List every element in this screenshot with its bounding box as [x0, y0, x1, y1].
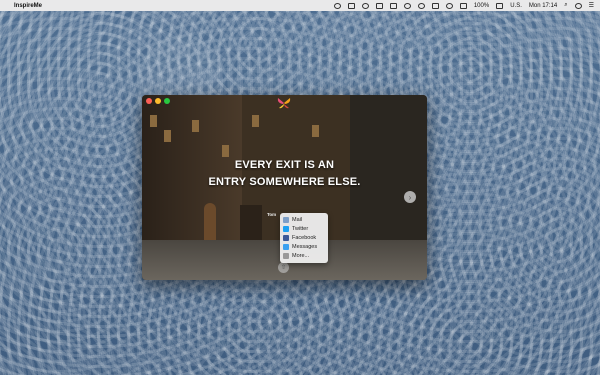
- quote-text: EVERY EXIT IS AN ENTRY SOMEWHERE ELSE.: [187, 157, 382, 191]
- share-menu-item-more[interactable]: More...: [283, 251, 325, 260]
- scene-arch: [204, 203, 216, 241]
- menu-bar: InspireMe 100% U.S. Mon 17:14 ⌕ ☰: [0, 0, 600, 11]
- spotlight-icon[interactable]: ⌕: [564, 2, 567, 9]
- share-menu-label: Mail: [292, 216, 303, 223]
- mail-icon: [283, 216, 289, 223]
- more-icon: [283, 252, 289, 259]
- butterfly-logo-icon: [277, 98, 291, 109]
- share-menu-item-twitter[interactable]: Twitter: [283, 224, 325, 233]
- status-area: 100% U.S. Mon 17:14 ⌕ ☰: [333, 2, 594, 9]
- share-menu-item-mail[interactable]: Mail: [283, 215, 325, 224]
- quote-line-2: ENTRY SOMEWHERE ELSE.: [208, 176, 361, 188]
- status-icon-1[interactable]: [333, 2, 341, 9]
- scene-door: [240, 205, 262, 241]
- share-menu-label: Messages: [292, 243, 318, 250]
- share-menu-item-messages[interactable]: Messages: [283, 242, 325, 251]
- battery-percent[interactable]: 100%: [474, 3, 489, 9]
- status-icon-2[interactable]: [347, 2, 355, 9]
- user-icon[interactable]: [574, 2, 582, 9]
- scene-window: [192, 120, 199, 132]
- battery-icon[interactable]: [496, 2, 504, 9]
- quote-author: Tom: [267, 212, 277, 217]
- volume-icon[interactable]: [459, 2, 467, 9]
- scene-window: [312, 125, 319, 137]
- share-menu-label: Twitter: [292, 225, 309, 232]
- wifi-icon[interactable]: [445, 2, 453, 9]
- status-icon-5[interactable]: [389, 2, 397, 9]
- bluetooth-icon[interactable]: [431, 2, 439, 9]
- dropbox-icon[interactable]: [375, 2, 383, 9]
- status-icon-6[interactable]: [403, 2, 411, 9]
- share-icon: ⇧: [280, 265, 287, 271]
- share-button[interactable]: ⇧: [278, 262, 289, 273]
- share-menu-item-facebook[interactable]: Facebook: [283, 233, 325, 242]
- next-quote-button[interactable]: ›: [404, 191, 416, 203]
- input-source[interactable]: U.S.: [510, 3, 522, 9]
- zoom-button[interactable]: [164, 98, 170, 104]
- status-icon-3[interactable]: [361, 2, 369, 9]
- quote-line-1: EVERY EXIT IS AN: [234, 159, 335, 171]
- share-menu: Mail Twitter Facebook Messages More...: [280, 213, 328, 263]
- window-controls: [146, 98, 170, 104]
- notification-center-icon[interactable]: ☰: [589, 2, 594, 9]
- share-menu-label: More...: [292, 252, 310, 259]
- scene-window: [150, 115, 157, 127]
- messages-icon: [283, 243, 289, 250]
- status-icon-7[interactable]: [417, 2, 425, 9]
- close-button[interactable]: [146, 98, 152, 104]
- minimize-button[interactable]: [155, 98, 161, 104]
- facebook-icon: [283, 234, 289, 241]
- scene-window: [164, 130, 171, 142]
- scene-window: [222, 145, 229, 157]
- twitter-icon: [283, 225, 289, 232]
- app-menu-name[interactable]: InspireMe: [14, 3, 42, 9]
- chevron-right-icon: ›: [408, 192, 412, 202]
- clock[interactable]: Mon 17:14: [529, 3, 557, 9]
- scene-window: [252, 115, 259, 127]
- share-menu-label: Facebook: [292, 234, 317, 241]
